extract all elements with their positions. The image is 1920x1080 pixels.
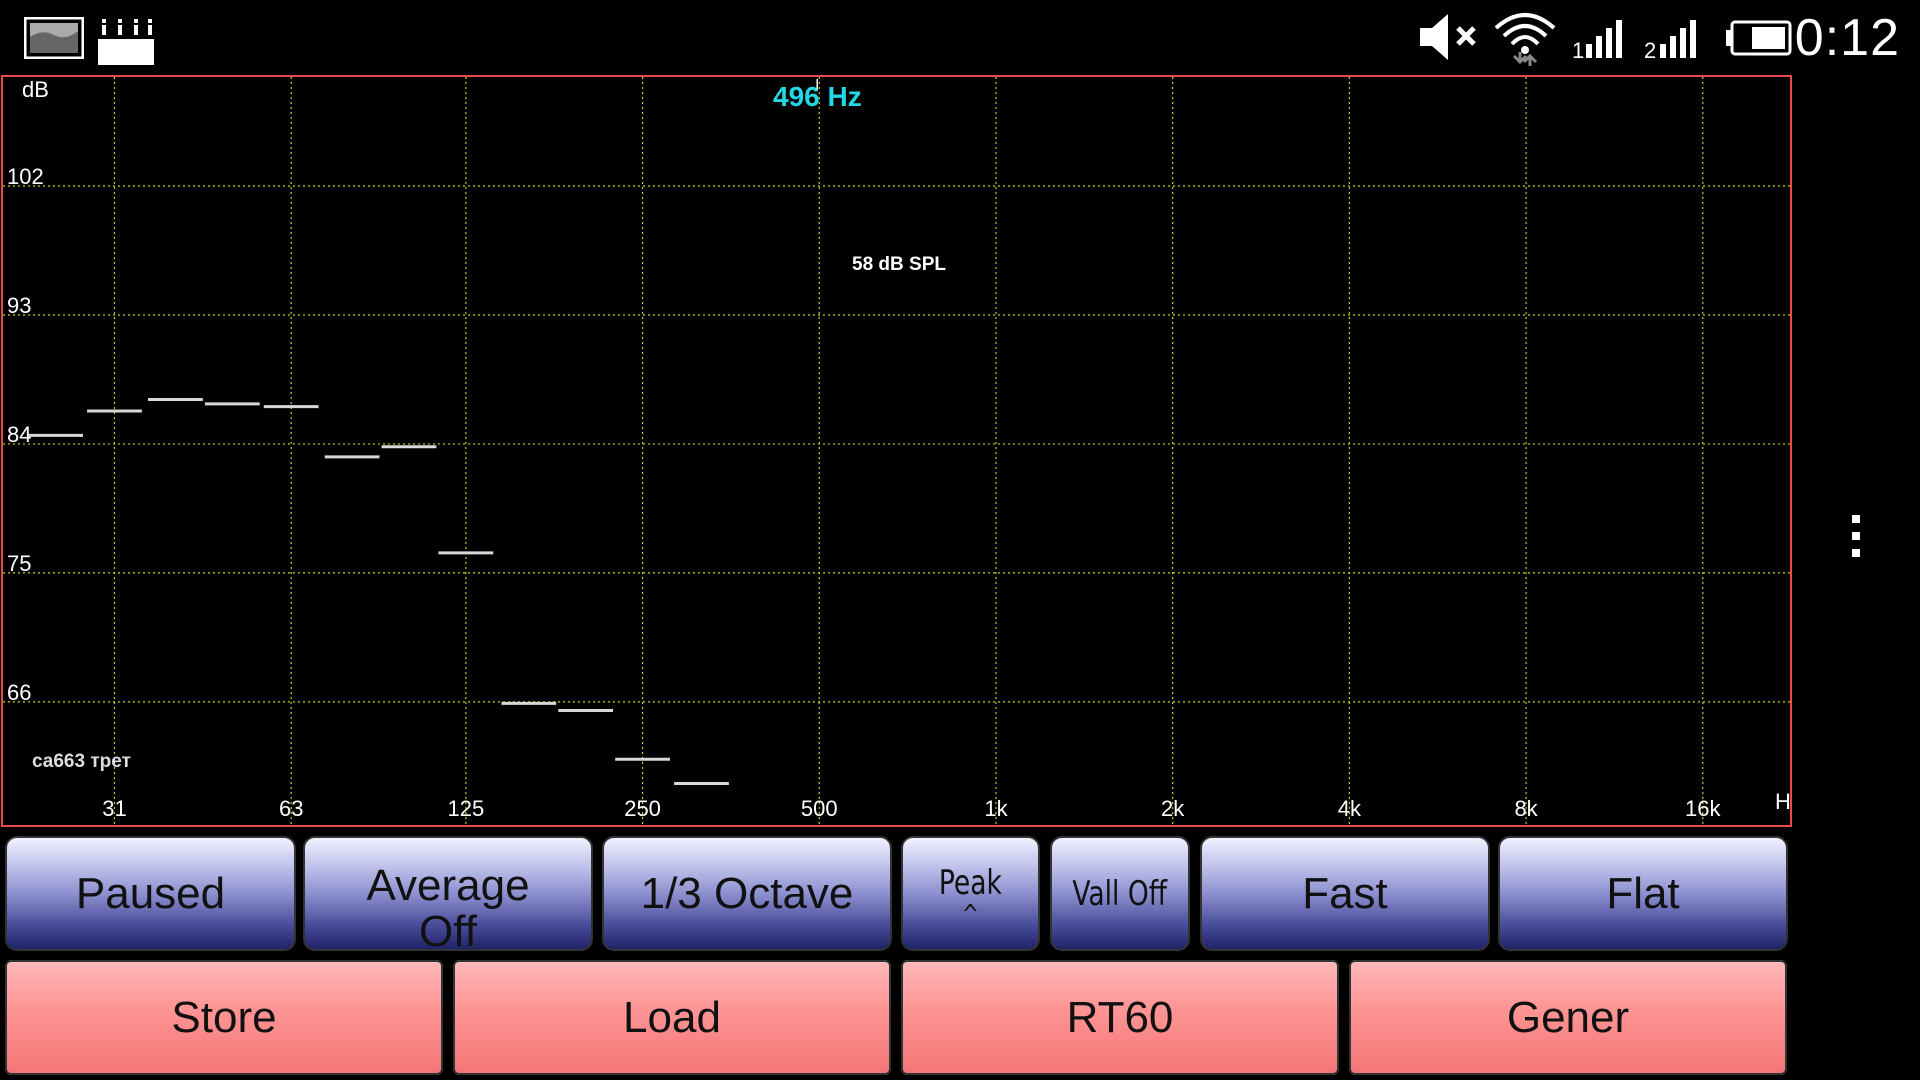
load-button[interactable]: Load — [453, 960, 891, 1075]
x-tick-label: 500 — [801, 796, 838, 821]
clock: 0:12 — [1794, 9, 1900, 67]
average-button-label-1: Average — [366, 861, 530, 910]
bars-app-icon — [98, 19, 154, 65]
x-tick-label: 16k — [1685, 796, 1721, 821]
battery-icon — [1726, 20, 1792, 56]
signal-1-icon: 1 — [1572, 20, 1622, 60]
x-tick-label: 1k — [984, 796, 1008, 821]
y-tick-label: 93 — [7, 293, 31, 318]
x-tick-label: 63 — [279, 796, 303, 821]
valley-button[interactable]: Vall Off — [1050, 836, 1190, 951]
peak-button-label-1: Peak — [939, 863, 1002, 903]
x-axis-unit: H — [1775, 789, 1791, 814]
flat-button[interactable]: Flat — [1498, 836, 1788, 951]
signal-2-icon: 2 — [1644, 20, 1696, 60]
x-tick-label: 8k — [1514, 796, 1538, 821]
x-tick-label: 4k — [1338, 796, 1362, 821]
y-tick-label: 75 — [7, 551, 31, 576]
plot-canvas: 102 93 84 75 66 31 63 125 250 500 1k 2k 4k 8k 16k — [3, 77, 1790, 825]
status-bar: 1 2 0:12 — [0, 0, 1920, 75]
generator-button[interactable]: Gener — [1349, 960, 1787, 1075]
svg-text:2: 2 — [1644, 38, 1656, 60]
y-axis-unit: dB — [22, 77, 49, 102]
average-button[interactable]: Average Off — [303, 836, 593, 951]
valley-button-label: Vall Off — [1072, 873, 1168, 914]
generator-button-label: Gener — [1506, 992, 1630, 1042]
spectrum-app-icon — [24, 17, 84, 59]
fast-button[interactable]: Fast — [1200, 836, 1490, 951]
flat-button-label: Flat — [1606, 868, 1680, 918]
frequency-readout: 496 Hz — [773, 81, 862, 112]
spl-readout: 58 dB SPL — [852, 254, 946, 275]
fast-button-label: Fast — [1302, 868, 1388, 918]
octave-button-label: 1/3 Octave — [640, 868, 854, 918]
load-button-label: Load — [623, 992, 721, 1042]
overflow-menu-icon[interactable] — [1850, 515, 1862, 565]
store-button-label: Store — [171, 992, 277, 1042]
y-tick-label: 84 — [7, 422, 31, 447]
wifi-icon — [1494, 13, 1556, 66]
paused-button-label: Paused — [75, 868, 226, 918]
rt60-button-label: RT60 — [1066, 992, 1174, 1042]
x-tick-label: 2k — [1161, 796, 1185, 821]
mute-icon — [1420, 14, 1476, 60]
y-tick-label: 66 — [7, 680, 31, 705]
store-button[interactable]: Store — [5, 960, 443, 1075]
x-tick-label: 31 — [102, 796, 126, 821]
octave-button[interactable]: 1/3 Octave — [602, 836, 892, 951]
profile-note: са663 трет — [32, 751, 131, 772]
rt60-button[interactable]: RT60 — [901, 960, 1339, 1075]
peak-button-label-2: ^ — [961, 899, 979, 930]
peak-button[interactable]: Peak ^ — [901, 836, 1040, 951]
x-tick-label: 250 — [624, 796, 661, 821]
paused-button[interactable]: Paused — [5, 836, 296, 951]
average-button-label: Average Off — [366, 861, 530, 951]
svg-text:1: 1 — [1572, 38, 1584, 60]
spectrum-plot[interactable]: 102 93 84 75 66 31 63 125 250 500 1k 2k 4k 8k 16k dB H… — [1, 75, 1792, 827]
y-tick-label: 102 — [7, 164, 44, 189]
x-tick-label: 125 — [448, 796, 485, 821]
peak-button-label: Peak ^ — [939, 863, 1002, 930]
average-button-label-2: Off — [419, 907, 477, 951]
